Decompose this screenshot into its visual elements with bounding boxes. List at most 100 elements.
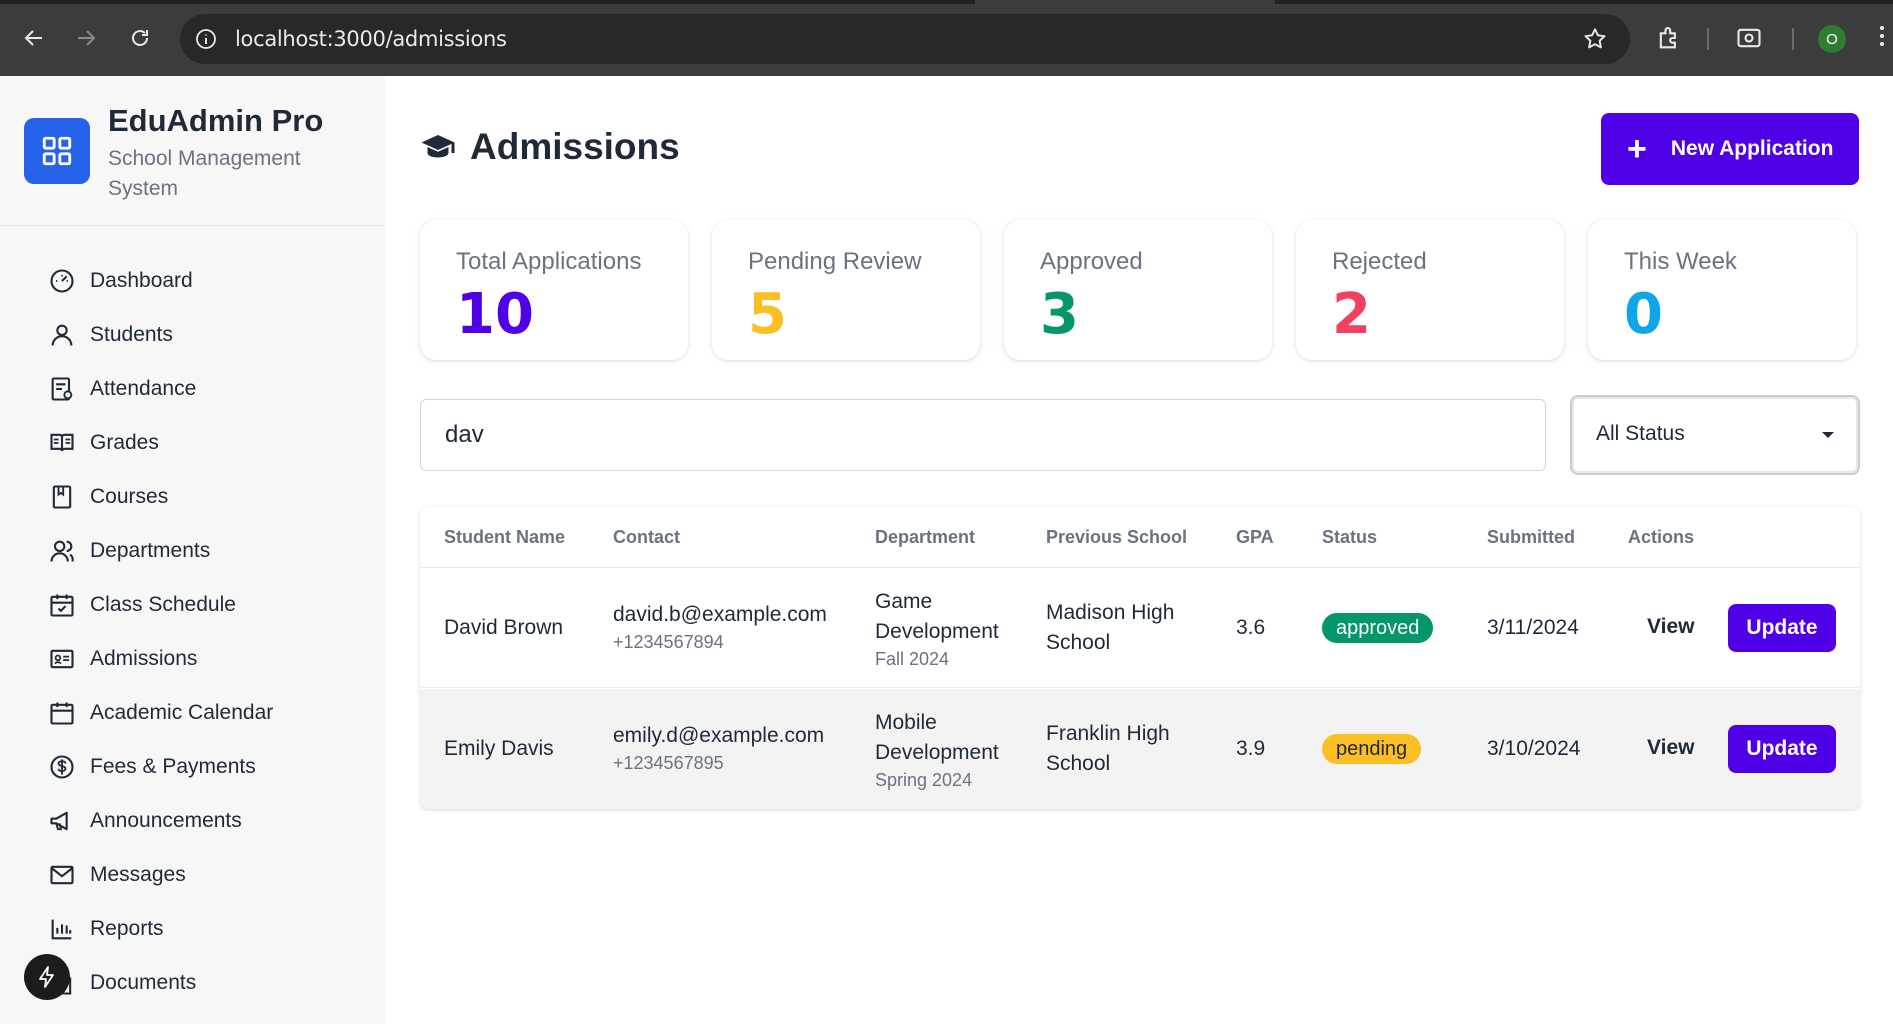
toolbar-divider [1707, 28, 1709, 50]
submitted-date: 3/11/2024 [1487, 616, 1579, 639]
admissions-table: Student Name Contact Department Previous… [420, 507, 1860, 809]
screenshot-icon[interactable] [1735, 24, 1763, 52]
sidebar-item-reports[interactable]: Reports [0, 902, 385, 956]
caret-down-icon [1822, 432, 1834, 438]
status-filter-value: All Status [1596, 422, 1685, 445]
sidebar-item-departments[interactable]: Departments [0, 524, 385, 578]
column-header: Submitted [1487, 527, 1575, 547]
stat-card-approved: Approved 3 [1004, 220, 1272, 360]
bolt-icon[interactable] [24, 954, 70, 1000]
sidebar-item-label: Academic Calendar [90, 701, 274, 724]
sidebar-item-students[interactable]: Students [0, 308, 385, 362]
sidebar-item-announcements[interactable]: Announcements [0, 794, 385, 848]
search-box [420, 399, 1546, 471]
forward-button[interactable] [70, 22, 102, 54]
megaphone-icon [50, 811, 68, 831]
page-header: Admissions [420, 126, 680, 168]
reload-button[interactable] [124, 22, 156, 54]
sidebar-item-class-schedule[interactable]: Class Schedule [0, 578, 385, 632]
address-bar[interactable]: localhost:3000/admissions [180, 14, 1630, 64]
sidebar-item-fees-payments[interactable]: Fees & Payments [0, 740, 385, 794]
sidebar: EduAdmin Pro School Management System Da… [0, 76, 385, 1024]
calendar-check-icon [50, 594, 74, 617]
sidebar-item-label: Dashboard [90, 269, 193, 292]
dashboard-icon [50, 269, 74, 293]
column-header: Previous School [1046, 527, 1188, 547]
previous-school: Franklin High School [1046, 722, 1170, 775]
sidebar-menu: Dashboard Students Attendance Grades Cou… [0, 254, 385, 1010]
stat-card-this-week: This Week 0 [1588, 220, 1856, 360]
contact-email: emily.d@example.com [613, 724, 825, 747]
sidebar-item-label: Attendance [90, 377, 197, 400]
tab-strip [0, 0, 1893, 4]
gpa-value: 3.9 [1236, 737, 1266, 760]
brand-subtitle: School Management System [108, 147, 301, 200]
search-input[interactable] [445, 400, 1525, 470]
stat-card-pending: Pending Review 5 [712, 220, 980, 360]
more-menu-icon[interactable] [1880, 26, 1888, 52]
book-open-icon [50, 433, 74, 452]
stat-label: This Week [1624, 248, 1737, 275]
department-name: Game Development [875, 590, 999, 643]
back-button[interactable] [18, 22, 50, 54]
sidebar-item-courses[interactable]: Courses [0, 470, 385, 524]
profile-avatar[interactable]: O [1818, 25, 1846, 53]
status-badge: approved [1322, 613, 1434, 643]
sidebar-item-label: Announcements [90, 809, 242, 832]
page-title: Admissions [470, 126, 680, 167]
stats-row: Total Applications 10 Pending Review 5 A… [420, 220, 1860, 360]
update-button[interactable]: Update [1728, 725, 1836, 773]
stat-label: Total Applications [456, 248, 642, 275]
id-card-icon [50, 649, 74, 669]
contact-phone: +1234567894 [613, 632, 724, 652]
column-header: Student Name [444, 527, 566, 547]
user-icon [51, 324, 73, 346]
department-term: Fall 2024 [875, 649, 950, 669]
sidebar-item-label: Reports [90, 917, 164, 940]
table-row: Emily Davis emily.d@example.com +1234567… [420, 689, 1860, 809]
submitted-date: 3/10/2024 [1487, 737, 1581, 760]
sidebar-item-label: Admissions [90, 647, 198, 670]
column-header: Department [875, 527, 976, 547]
plus-icon: + [1627, 130, 1647, 168]
contact-email: david.b@example.com [613, 603, 827, 626]
status-badge: pending [1322, 734, 1422, 764]
bookmark-star-icon[interactable] [1582, 26, 1608, 52]
student-name: David Brown [444, 616, 564, 639]
sidebar-item-messages[interactable]: Messages [0, 848, 385, 902]
new-application-button[interactable]: + New Application [1601, 113, 1859, 185]
sidebar-item-academic-calendar[interactable]: Academic Calendar [0, 686, 385, 740]
sidebar-item-label: Grades [90, 431, 159, 454]
brand-title: EduAdmin Pro [108, 103, 324, 138]
department-cell: Mobile Development Spring 2024 [875, 708, 1015, 792]
sidebar-item-admissions[interactable]: Admissions [0, 632, 385, 686]
graduation-cap-icon [421, 135, 455, 158]
stat-label: Approved [1040, 248, 1143, 275]
users-icon [50, 540, 74, 562]
attendance-icon [51, 377, 73, 401]
stat-value: 2 [1332, 282, 1371, 347]
tab-active-edge [975, 0, 1275, 4]
department-name: Mobile Development [875, 711, 999, 764]
contact-cell: david.b@example.com +1234567894 [613, 600, 827, 654]
sidebar-item-attendance[interactable]: Attendance [0, 362, 385, 416]
main-content: Admissions + New Application Total Appli… [385, 76, 1893, 1024]
status-filter-select[interactable]: All Status [1570, 395, 1860, 475]
sidebar-item-grades[interactable]: Grades [0, 416, 385, 470]
browser-toolbar: localhost:3000/admissions O [0, 0, 1893, 76]
arrow-right-icon [78, 30, 96, 46]
dollar-icon [50, 755, 74, 779]
update-button[interactable]: Update [1728, 604, 1836, 652]
contact-phone: +1234567895 [613, 753, 724, 773]
column-header: Contact [613, 527, 680, 547]
view-link[interactable]: View [1647, 736, 1694, 760]
table-header: Student Name Contact Department Previous… [420, 507, 1860, 568]
stat-label: Pending Review [748, 248, 922, 275]
student-name: Emily Davis [444, 737, 554, 760]
view-link[interactable]: View [1647, 615, 1694, 639]
extensions-icon[interactable] [1655, 24, 1683, 52]
sidebar-item-label: Courses [90, 485, 169, 508]
stat-card-rejected: Rejected 2 [1296, 220, 1564, 360]
info-icon[interactable] [194, 27, 218, 51]
sidebar-item-dashboard[interactable]: Dashboard [0, 254, 385, 308]
